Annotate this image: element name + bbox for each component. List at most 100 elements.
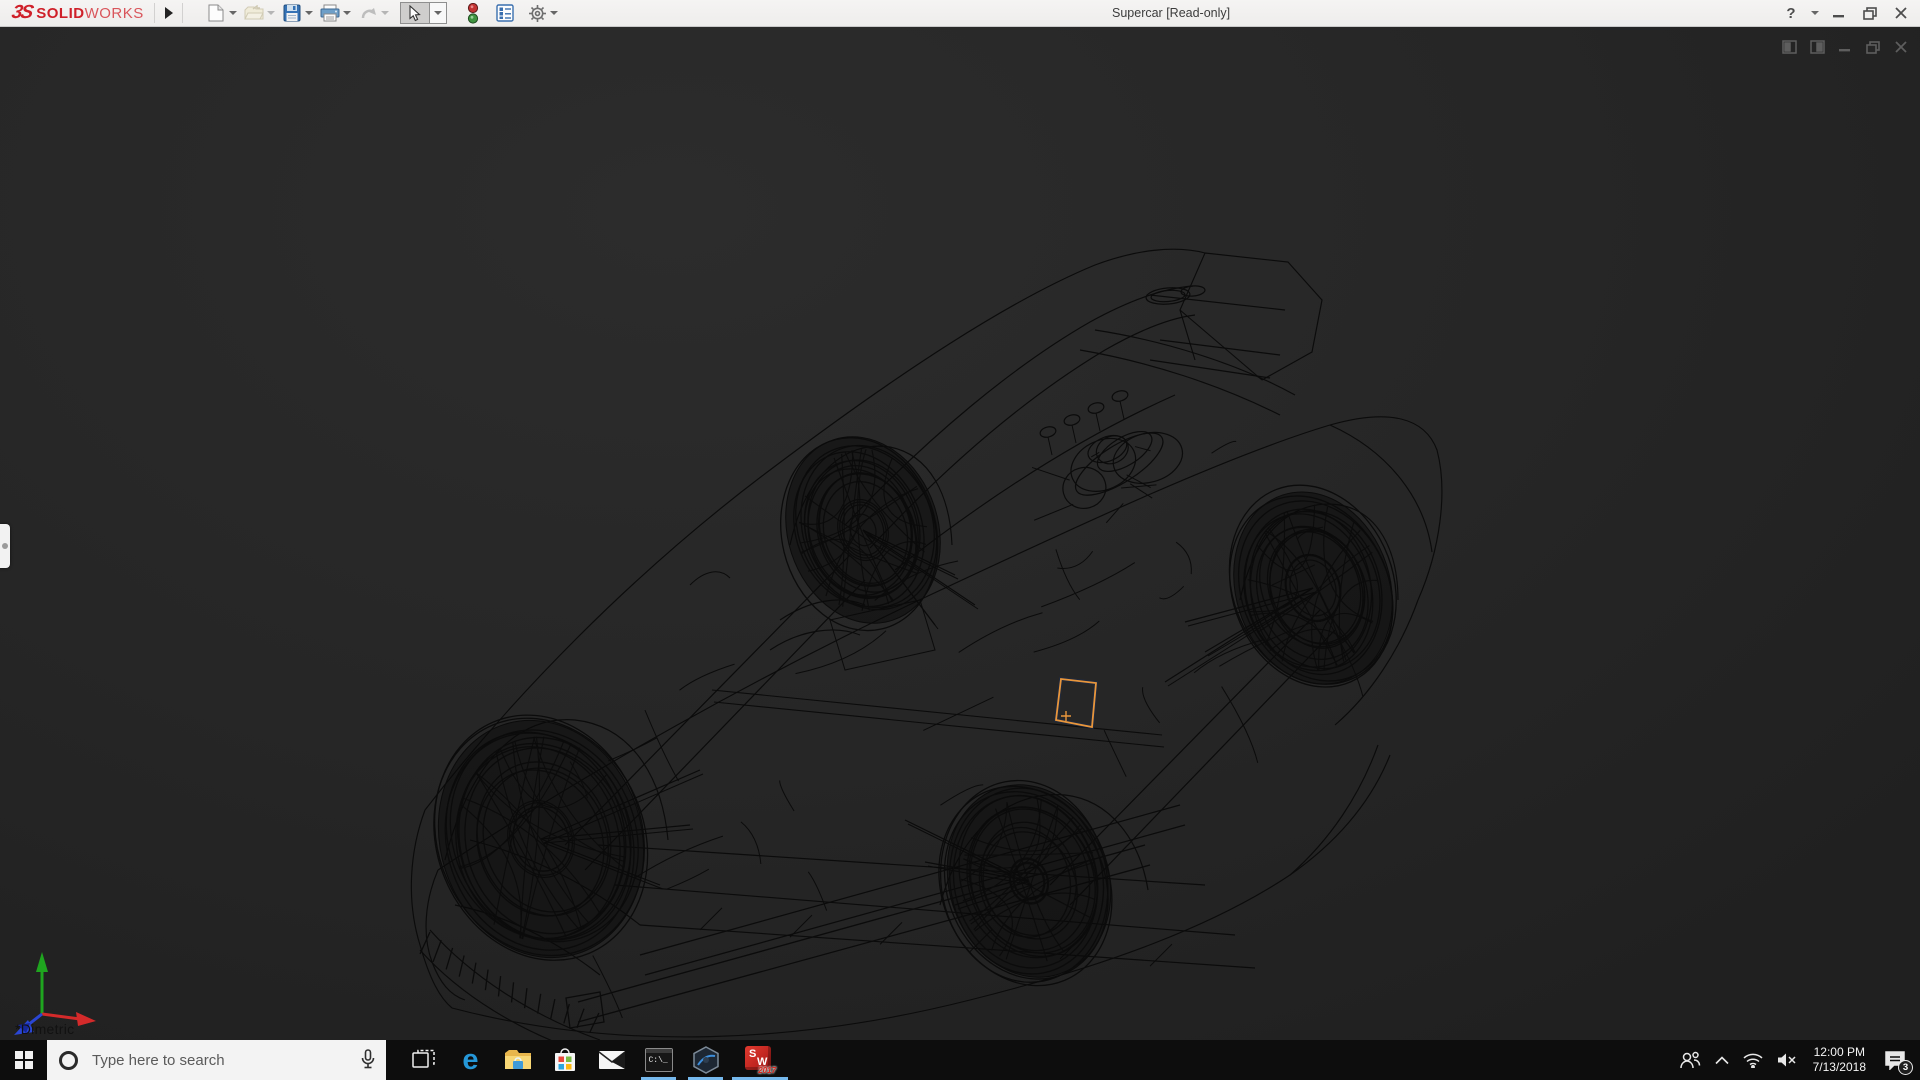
panel-flyout-handle: [2, 543, 8, 549]
clock-date: 7/13/2018: [1813, 1060, 1866, 1075]
select-tool-group: [400, 2, 447, 24]
new-document-dropdown[interactable]: [229, 11, 237, 15]
select-tool-dropdown[interactable]: [430, 2, 447, 24]
rebuild-button[interactable]: [461, 2, 485, 24]
notification-badge: 3: [1898, 1060, 1913, 1075]
doc-minimize-button[interactable]: [1836, 39, 1854, 55]
people-button[interactable]: [1672, 1040, 1708, 1080]
save-button[interactable]: [280, 2, 304, 24]
wifi-icon: [1743, 1052, 1763, 1068]
edge-icon: e: [462, 1046, 478, 1075]
undo-button[interactable]: [356, 2, 380, 24]
new-document-icon: [208, 4, 224, 22]
print-button[interactable]: [318, 2, 342, 24]
sw-year: 2017: [758, 1066, 776, 1075]
restore-button[interactable]: [1859, 2, 1881, 24]
panel-flyout-tab[interactable]: [0, 524, 10, 568]
search-box[interactable]: Type here to search: [47, 1040, 386, 1080]
pane-toggle-left-icon[interactable]: [1780, 39, 1798, 55]
save-floppy-icon: [283, 4, 301, 22]
wireframe-canvas: [0, 27, 1920, 1040]
quick-access-toolbar: [204, 0, 563, 26]
options-button[interactable]: [525, 2, 549, 24]
store-button[interactable]: [541, 1040, 588, 1080]
edge-button[interactable]: e: [447, 1040, 494, 1080]
help-button[interactable]: ?: [1780, 2, 1802, 24]
hexagon-app-icon: [692, 1046, 720, 1074]
people-icon: [1679, 1051, 1701, 1069]
toolbar-separator: [154, 3, 155, 23]
command-prompt-icon: C:\_: [645, 1048, 673, 1072]
gear-icon: [528, 4, 547, 23]
chevron-up-icon: [1715, 1056, 1729, 1065]
task-view-button[interactable]: [400, 1040, 447, 1080]
restore-icon: [1863, 7, 1877, 20]
view-orientation-label: *Dimetric: [15, 1021, 74, 1037]
tray-overflow-button[interactable]: [1708, 1040, 1736, 1080]
system-tray: 12:00 PM 7/13/2018 3: [1672, 1040, 1920, 1080]
select-tool-button[interactable]: [400, 2, 430, 24]
doc-close-button[interactable]: [1892, 39, 1910, 55]
properties-list-icon: [496, 4, 514, 22]
menu-flyout-button[interactable]: [159, 3, 177, 23]
window-controls: ?: [1780, 0, 1912, 26]
brand-text-solid: SOLID: [36, 5, 84, 22]
open-folder-icon: [244, 5, 264, 21]
options-dropdown[interactable]: [550, 11, 558, 15]
brand-text-works: WORKS: [85, 5, 144, 22]
print-icon: [320, 4, 340, 22]
open-button[interactable]: [242, 2, 266, 24]
close-button[interactable]: [1890, 2, 1912, 24]
solidworks-logo-icon: 3S: [10, 2, 34, 24]
print-dropdown[interactable]: [343, 11, 351, 15]
volume-muted-icon: [1777, 1052, 1797, 1068]
solidworks-logo: 3S SOLIDWORKS: [12, 0, 144, 26]
search-placeholder: Type here to search: [92, 1052, 225, 1069]
file-properties-button[interactable]: [493, 2, 517, 24]
file-explorer-button[interactable]: [494, 1040, 541, 1080]
mail-icon: [598, 1050, 626, 1070]
task-view-icon: [412, 1049, 436, 1071]
play-arrow-icon: [164, 7, 173, 19]
mail-button[interactable]: [588, 1040, 635, 1080]
x-axis-icon: [76, 1012, 96, 1026]
titlebar: 3S SOLIDWORKS: [0, 0, 1920, 27]
action-center-button[interactable]: 3: [1875, 1040, 1920, 1080]
y-axis-icon: [36, 952, 48, 972]
taskbar: Type here to search e: [0, 1040, 1920, 1080]
taskbar-app-icons: e: [400, 1040, 791, 1080]
document-window-controls: [1780, 39, 1910, 55]
command-prompt-text: C:\_: [649, 1056, 668, 1065]
hexagon-app-button[interactable]: [682, 1040, 729, 1080]
screen: 3S SOLIDWORKS: [0, 0, 1920, 1080]
cortana-icon: [59, 1051, 78, 1070]
network-button[interactable]: [1736, 1040, 1770, 1080]
windows-logo-icon: [15, 1051, 33, 1069]
sw-letter-s: S: [749, 1048, 756, 1060]
pane-toggle-right-icon[interactable]: [1808, 39, 1826, 55]
taskbar-clock[interactable]: 12:00 PM 7/13/2018: [1804, 1045, 1875, 1075]
volume-button[interactable]: [1770, 1040, 1804, 1080]
undo-arrow-icon: [359, 5, 378, 21]
solidworks-app-icon: S W 2017: [744, 1046, 776, 1074]
graphics-viewport[interactable]: *Dimetric: [0, 27, 1920, 1040]
solidworks-taskbar-button[interactable]: S W 2017: [729, 1040, 791, 1080]
undo-dropdown[interactable]: [381, 11, 389, 15]
doc-restore-button[interactable]: [1864, 39, 1882, 55]
start-button[interactable]: [0, 1040, 47, 1080]
close-icon: [1895, 7, 1907, 19]
traffic-light-icon: [467, 3, 479, 24]
minimize-icon: [1833, 8, 1845, 18]
help-dropdown[interactable]: [1811, 11, 1819, 15]
file-explorer-icon: [504, 1049, 532, 1071]
select-cursor-icon: [408, 5, 422, 22]
window-title: Supercar [Read-only]: [1112, 0, 1230, 26]
clock-time: 12:00 PM: [1813, 1045, 1866, 1060]
microphone-icon[interactable]: [361, 1049, 375, 1070]
open-dropdown[interactable]: [267, 11, 275, 15]
save-dropdown[interactable]: [305, 11, 313, 15]
store-icon: [553, 1047, 577, 1073]
command-prompt-button[interactable]: C:\_: [635, 1040, 682, 1080]
minimize-button[interactable]: [1828, 2, 1850, 24]
new-document-button[interactable]: [204, 2, 228, 24]
